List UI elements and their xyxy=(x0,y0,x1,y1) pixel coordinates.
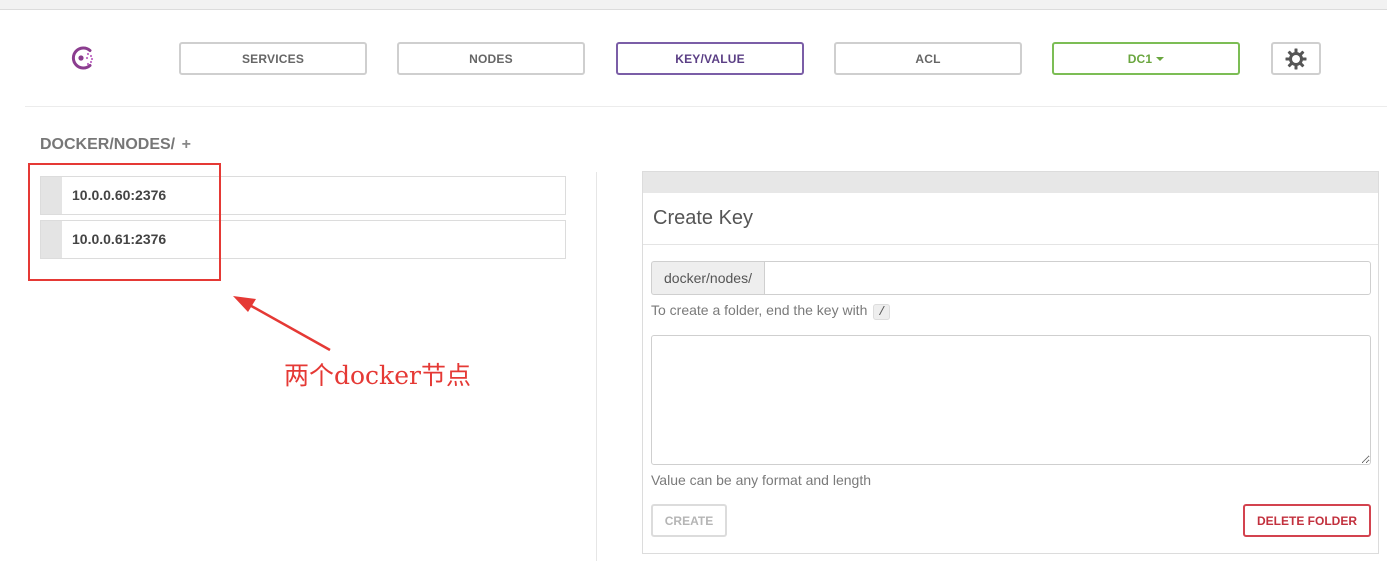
browser-top-strip xyxy=(0,0,1387,10)
datacenter-dropdown[interactable]: DC1 xyxy=(1052,42,1240,75)
folder-hint: To create a folder, end the key with / xyxy=(651,302,891,320)
settings-button[interactable] xyxy=(1271,42,1321,75)
nav-nodes-button[interactable]: NODES xyxy=(397,42,585,75)
nav-services-button[interactable]: SERVICES xyxy=(179,42,367,75)
column-divider xyxy=(596,172,597,561)
key-input-group: docker/nodes/ xyxy=(651,261,1371,295)
delete-folder-button[interactable]: DELETE FOLDER xyxy=(1243,504,1371,537)
folder-hint-text: To create a folder, end the key with xyxy=(651,302,868,318)
breadcrumb: DOCKER/NODES/ + xyxy=(40,136,191,154)
create-key-panel: Create Key docker/nodes/ To create a fol… xyxy=(642,171,1379,554)
datacenter-label: DC1 xyxy=(1127,51,1153,66)
panel-title: Create Key xyxy=(653,207,754,229)
consul-logo-icon[interactable] xyxy=(68,42,100,74)
key-label: 10.0.0.60:2376 xyxy=(72,187,167,203)
key-prefix-addon: docker/nodes/ xyxy=(651,261,764,295)
value-hint: Value can be any format and length xyxy=(651,472,872,488)
chevron-down-icon xyxy=(1156,56,1165,61)
folder-hint-code: / xyxy=(873,304,891,320)
nav-acl-button[interactable]: ACL xyxy=(834,42,1022,75)
list-item-marker xyxy=(41,177,62,214)
key-label: 10.0.0.61:2376 xyxy=(72,231,167,247)
panel-header-bar xyxy=(643,172,1378,193)
gear-icon xyxy=(1285,48,1307,69)
add-key-plus-icon[interactable]: + xyxy=(182,136,191,153)
list-item[interactable]: 10.0.0.60:2376 xyxy=(40,176,566,215)
nav-key-value-button[interactable]: KEY/VALUE xyxy=(616,42,804,75)
key-name-input[interactable] xyxy=(764,261,1371,295)
annotation-text: 两个docker节点 xyxy=(284,361,471,390)
list-item[interactable]: 10.0.0.61:2376 xyxy=(40,220,566,259)
list-item-marker xyxy=(41,221,62,258)
value-textarea[interactable] xyxy=(651,335,1371,465)
header-divider xyxy=(25,106,1387,107)
key-list: 10.0.0.60:2376 10.0.0.61:2376 xyxy=(40,176,566,264)
panel-divider xyxy=(643,244,1378,245)
breadcrumb-path[interactable]: DOCKER/NODES/ xyxy=(40,136,175,153)
create-button[interactable]: CREATE xyxy=(651,504,727,537)
